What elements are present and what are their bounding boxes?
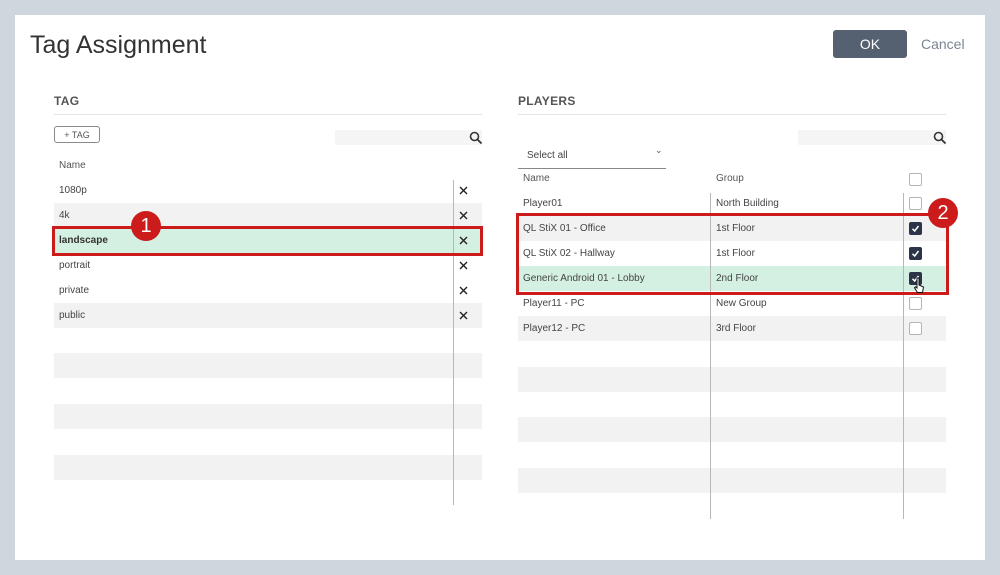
tag-name: 1080p	[59, 185, 87, 196]
tag-name: public	[59, 310, 86, 321]
player-row[interactable]: Player12 - PC 3rd Floor	[518, 316, 946, 341]
player-checkbox[interactable]	[909, 297, 922, 310]
search-icon	[933, 131, 947, 145]
tag-row[interactable]: 1080p	[54, 178, 482, 203]
delete-tag-icon[interactable]	[451, 253, 476, 278]
delete-tag-icon[interactable]	[451, 278, 476, 303]
tag-name: private	[59, 285, 90, 296]
players-section-divider	[518, 114, 946, 115]
tag-name-column-header: Name	[59, 160, 86, 171]
tag-section-title: TAG	[54, 94, 80, 108]
tag-section-divider	[54, 114, 482, 115]
select-all-checkbox[interactable]	[909, 173, 922, 186]
search-icon	[469, 131, 483, 145]
player-group: 3rd Floor	[716, 323, 757, 334]
select-all-dropdown[interactable]: Select all ⌄	[518, 141, 666, 169]
empty-row	[54, 455, 482, 480]
annotation-badge-2: 2	[928, 198, 958, 228]
players-search-input[interactable]	[798, 130, 947, 145]
tag-search-input[interactable]	[335, 130, 483, 145]
tag-name: portrait	[59, 260, 91, 271]
player-checkbox[interactable]	[909, 322, 922, 335]
annotation-highlight-1	[52, 226, 483, 256]
players-section-title: PLAYERS	[518, 94, 576, 108]
player-name: Player12 - PC	[523, 323, 586, 334]
empty-row	[518, 468, 946, 493]
mouse-pointer-icon	[913, 277, 925, 293]
empty-row	[518, 417, 946, 442]
annotation-highlight-2	[516, 213, 949, 295]
players-group-column-header: Group	[716, 173, 744, 184]
tag-assignment-dialog: Tag Assignment OK Cancel TAG + TAG Name …	[15, 15, 985, 560]
delete-tag-icon[interactable]	[451, 303, 476, 328]
tag-row[interactable]: 4k	[54, 203, 482, 228]
tag-row[interactable]: portrait	[54, 253, 482, 278]
dialog-title: Tag Assignment	[30, 31, 207, 59]
add-tag-button[interactable]: + TAG	[54, 126, 100, 143]
tag-row[interactable]: private	[54, 278, 482, 303]
ok-button[interactable]: OK	[833, 30, 907, 58]
empty-row	[54, 404, 482, 429]
cancel-button[interactable]: Cancel	[921, 36, 965, 52]
players-name-column-header: Name	[523, 173, 550, 184]
tag-row[interactable]: public	[54, 303, 482, 328]
empty-row	[518, 367, 946, 392]
annotation-badge-1: 1	[131, 211, 161, 241]
delete-tag-icon[interactable]	[451, 203, 476, 228]
chevron-down-icon: ⌄	[655, 145, 663, 155]
delete-tag-icon[interactable]	[451, 178, 476, 203]
select-all-label: Select all	[527, 150, 568, 161]
player-checkbox[interactable]	[909, 197, 922, 210]
empty-row	[54, 353, 482, 378]
tag-name: 4k	[59, 210, 70, 221]
